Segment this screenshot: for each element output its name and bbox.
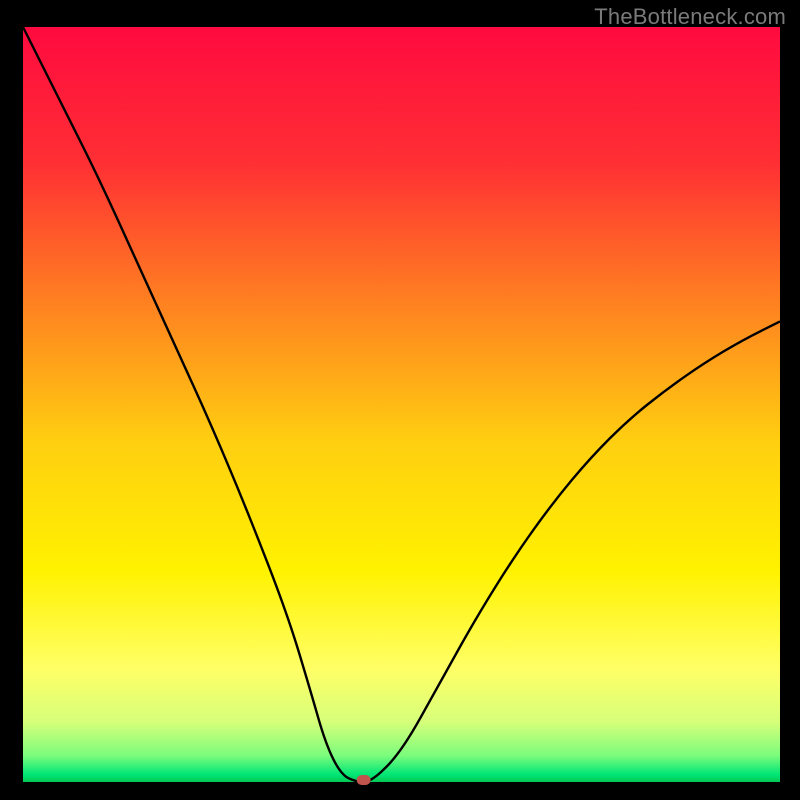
plot-background: [23, 27, 780, 782]
chart-frame: TheBottleneck.com: [0, 0, 800, 800]
watermark-text: TheBottleneck.com: [594, 4, 786, 30]
optimal-point-marker: [357, 775, 371, 785]
bottleneck-chart: [0, 0, 800, 800]
